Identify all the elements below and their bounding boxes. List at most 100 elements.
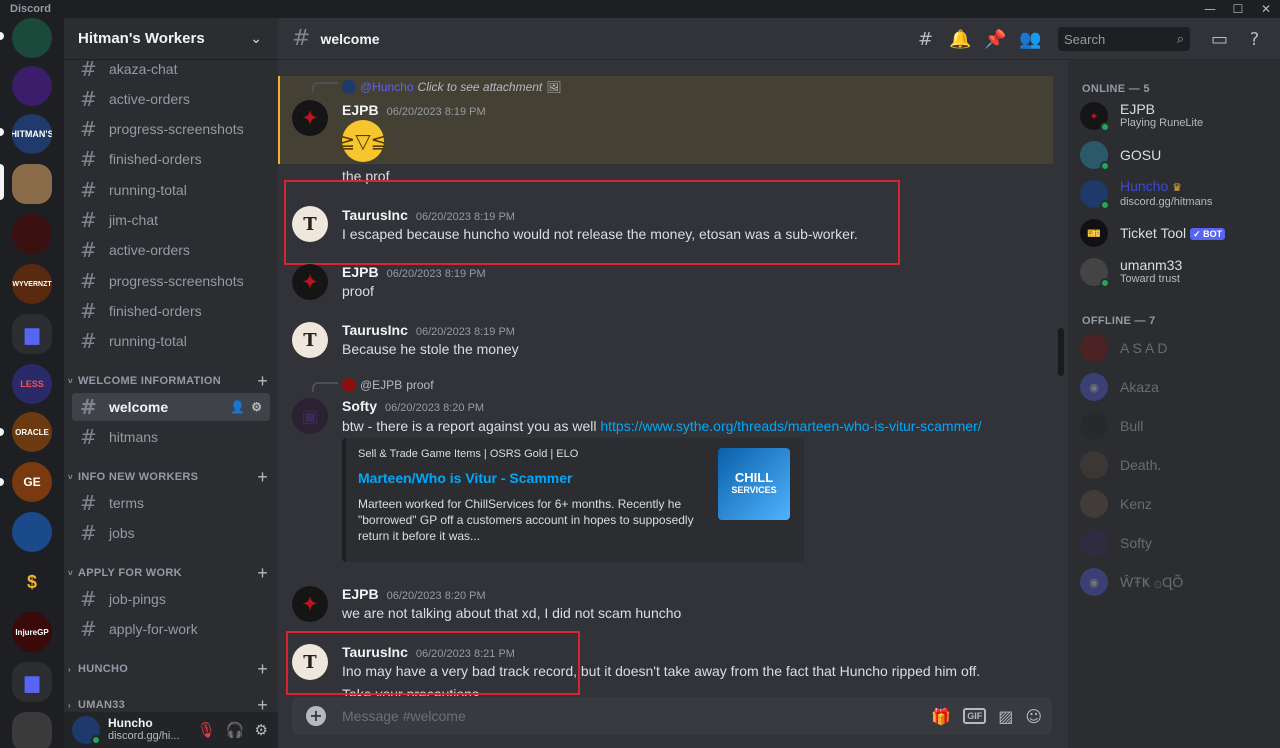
gear-icon[interactable]: ⚙ <box>251 400 262 414</box>
channel-item[interactable]: # apply-for-work <box>72 615 270 643</box>
gear-icon[interactable]: ⚙ <box>255 721 268 739</box>
bell-icon[interactable]: 🔔 <box>943 29 978 50</box>
add-channel-icon[interactable]: + <box>257 563 268 584</box>
folder-icon[interactable]: ▆ <box>12 662 52 702</box>
add-attachment-button[interactable]: + <box>306 706 326 726</box>
server-icon[interactable]: GE <box>12 462 52 502</box>
category-huncho[interactable]: › HUNCHO + <box>68 659 274 680</box>
embed-provider[interactable]: Sell & Trade Game Items | OSRS Gold | EL… <box>358 448 578 460</box>
message-text: proof <box>342 283 374 299</box>
embed-thumbnail[interactable]: CHILL SERVICES <box>718 448 790 520</box>
category-apply-for-work[interactable]: ˅ APPLY FOR WORK + <box>68 563 274 584</box>
member-item[interactable]: Kenz <box>1080 486 1272 522</box>
server-icon[interactable]: WYVERNZT <box>12 264 52 304</box>
channel-item[interactable]: # progress-screenshots <box>72 267 270 295</box>
offline-header: OFFLINE — 7 <box>1082 315 1156 327</box>
add-channel-icon[interactable]: + <box>257 467 268 488</box>
annotation-box <box>286 631 580 695</box>
search-input[interactable]: Search ⌕ <box>1058 27 1190 51</box>
message-author[interactable]: EJPB <box>342 264 379 280</box>
server-icon[interactable]: LESS <box>12 364 52 404</box>
add-channel-icon[interactable]: + <box>257 659 268 680</box>
server-icon[interactable] <box>12 66 52 106</box>
folder-icon[interactable] <box>12 712 52 748</box>
member-item[interactable]: ◉ ŴŦҜ ۞ɊÕ <box>1080 564 1272 600</box>
chevron-down-icon[interactable]: ⌄ <box>250 31 262 47</box>
reply-preview[interactable]: @Huncho Click to see attachment 🖼 <box>342 80 562 94</box>
server-icon[interactable]: ORACLE <box>12 412 52 452</box>
avatar[interactable]: ✦ <box>292 264 328 300</box>
avatar[interactable]: T <box>292 322 328 358</box>
message-author[interactable]: TaurusInc <box>342 322 408 338</box>
scrollbar[interactable] <box>1057 60 1065 696</box>
category-welcome-information[interactable]: ˅ WELCOME INFORMATION + <box>68 371 274 392</box>
headphones-icon[interactable]: 🎧 <box>226 721 245 739</box>
category-info-new-workers[interactable]: ˅ INFO NEW WORKERS + <box>68 467 274 488</box>
avatar <box>1080 334 1108 362</box>
channel-item[interactable]: # terms <box>72 489 270 517</box>
server-icon[interactable] <box>12 214 52 254</box>
avatar[interactable]: ✦ <box>292 586 328 622</box>
message-input[interactable]: Message #welcome <box>342 708 466 724</box>
member-item[interactable]: umanm33 Toward trust <box>1080 254 1272 290</box>
member-item[interactable]: Bull <box>1080 408 1272 444</box>
gift-icon[interactable]: 🎁 <box>931 707 951 726</box>
members-icon[interactable]: 👥 <box>1013 29 1048 50</box>
channel-item[interactable]: # jobs <box>72 519 270 547</box>
folder-icon[interactable]: ▆ <box>12 314 52 354</box>
message-link[interactable]: https://www.sythe.org/threads/marteen-wh… <box>600 418 981 434</box>
invite-icon[interactable]: 👤 <box>230 400 245 414</box>
embed-title[interactable]: Marteen/Who is Vitur - Scammer <box>358 470 572 486</box>
member-item[interactable]: Death. <box>1080 447 1272 483</box>
avatar[interactable]: ✦ <box>292 100 328 136</box>
member-item[interactable]: Softy <box>1080 525 1272 561</box>
channel-item[interactable]: # hitmans <box>72 423 270 451</box>
member-item[interactable]: GOSU <box>1080 137 1272 173</box>
threads-icon[interactable]: # <box>908 29 943 50</box>
channel-item[interactable]: # finished-orders <box>72 145 270 173</box>
message-author[interactable]: EJPB <box>342 102 379 118</box>
reply-preview[interactable]: @EJPB proof <box>342 378 434 392</box>
gif-button[interactable]: GIF <box>963 708 987 724</box>
server-header[interactable]: Hitman's Workers ⌄ <box>64 18 278 60</box>
scrollbar-thumb[interactable] <box>1058 328 1064 376</box>
avatar[interactable] <box>72 716 101 745</box>
channel-item[interactable]: # progress-screenshots <box>72 115 270 143</box>
message-author[interactable]: Softy <box>342 398 377 414</box>
server-icon[interactable] <box>12 512 52 552</box>
avatar[interactable]: ▣ <box>292 398 328 434</box>
maximize-button[interactable]: ☐ <box>1224 0 1252 18</box>
channel-item[interactable]: # running-total <box>72 176 270 204</box>
channel-item-welcome[interactable]: # welcome 👤 ⚙ <box>72 393 270 421</box>
server-icon[interactable]: InjureGP <box>12 612 52 652</box>
channel-item[interactable]: # finished-orders <box>72 297 270 325</box>
member-item[interactable]: ✦ EJPB Playing RuneLite <box>1080 98 1272 134</box>
inbox-icon[interactable]: ▭ <box>1202 29 1237 50</box>
channel-title: welcome <box>320 30 380 47</box>
message-author[interactable]: EJPB <box>342 586 379 602</box>
pin-icon[interactable]: 📌 <box>978 29 1013 50</box>
channel-item[interactable]: # active-orders <box>72 236 270 264</box>
member-item[interactable]: 🎫 Ticket Tool ✓ BOT <box>1080 215 1272 251</box>
close-button[interactable]: ✕ <box>1252 0 1280 18</box>
member-item[interactable]: Huncho ♛ discord.gg/hitmans <box>1080 176 1272 212</box>
member-item[interactable]: ◉ Akaza <box>1080 369 1272 405</box>
server-icon-active[interactable] <box>12 164 52 204</box>
message-timestamp: 06/20/2023 8:19 PM <box>415 326 515 338</box>
channel-item[interactable]: # active-orders <box>72 85 270 113</box>
sticker-icon[interactable]: ▨ <box>998 707 1013 726</box>
server-icon[interactable]: $ <box>12 562 52 602</box>
help-icon[interactable]: ? <box>1237 29 1272 50</box>
server-icon[interactable] <box>12 18 52 58</box>
minimize-button[interactable]: — <box>1196 0 1224 18</box>
message-composer[interactable]: + Message #welcome 🎁 GIF ▨ ☺ <box>292 697 1052 735</box>
microphone-muted-icon[interactable]: 🎙 <box>197 721 216 739</box>
channel-item[interactable]: # running-total <box>72 327 270 355</box>
emoji-icon[interactable]: ☺ <box>1025 707 1042 726</box>
member-item[interactable]: A S A D <box>1080 330 1272 366</box>
channel-item[interactable]: # akaza-chat <box>72 55 270 83</box>
add-channel-icon[interactable]: + <box>257 371 268 392</box>
server-icon[interactable]: HITMAN'S <box>12 114 52 154</box>
channel-item[interactable]: # jim-chat <box>72 206 270 234</box>
channel-item[interactable]: # job-pings <box>72 585 270 613</box>
